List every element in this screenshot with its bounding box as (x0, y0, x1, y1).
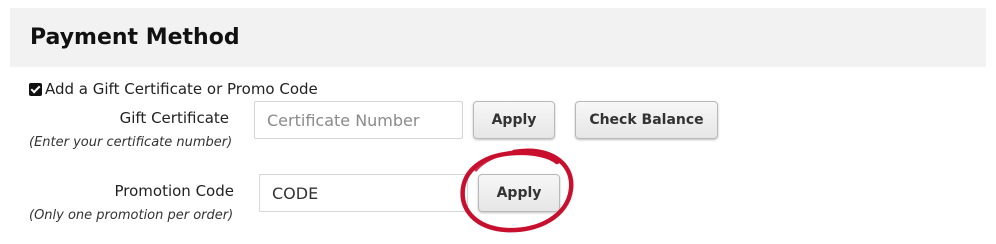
gift-certificate-apply-button[interactable]: Apply (473, 101, 555, 139)
promotion-apply-button[interactable]: Apply (478, 174, 560, 212)
gift-promo-toggle[interactable]: Add a Gift Certificate or Promo Code (29, 80, 318, 98)
gift-certificate-input[interactable] (254, 101, 463, 139)
check-balance-button[interactable]: Check Balance (575, 101, 718, 139)
section-title: Payment Method (30, 25, 240, 50)
gift-certificate-hint: (Enter your certificate number) (29, 135, 233, 150)
promotion-code-label: Promotion Code (114, 182, 235, 200)
section-header: Payment Method (10, 8, 986, 67)
gift-certificate-label: Gift Certificate (119, 109, 229, 127)
gift-promo-toggle-label: Add a Gift Certificate or Promo Code (45, 80, 318, 98)
gift-promo-checkbox[interactable] (29, 82, 42, 96)
payment-method-page: Payment Method Add a Gift Certificate or… (0, 0, 996, 244)
promotion-code-input[interactable] (259, 174, 468, 212)
promotion-code-hint: (Only one promotion per order) (29, 208, 234, 223)
